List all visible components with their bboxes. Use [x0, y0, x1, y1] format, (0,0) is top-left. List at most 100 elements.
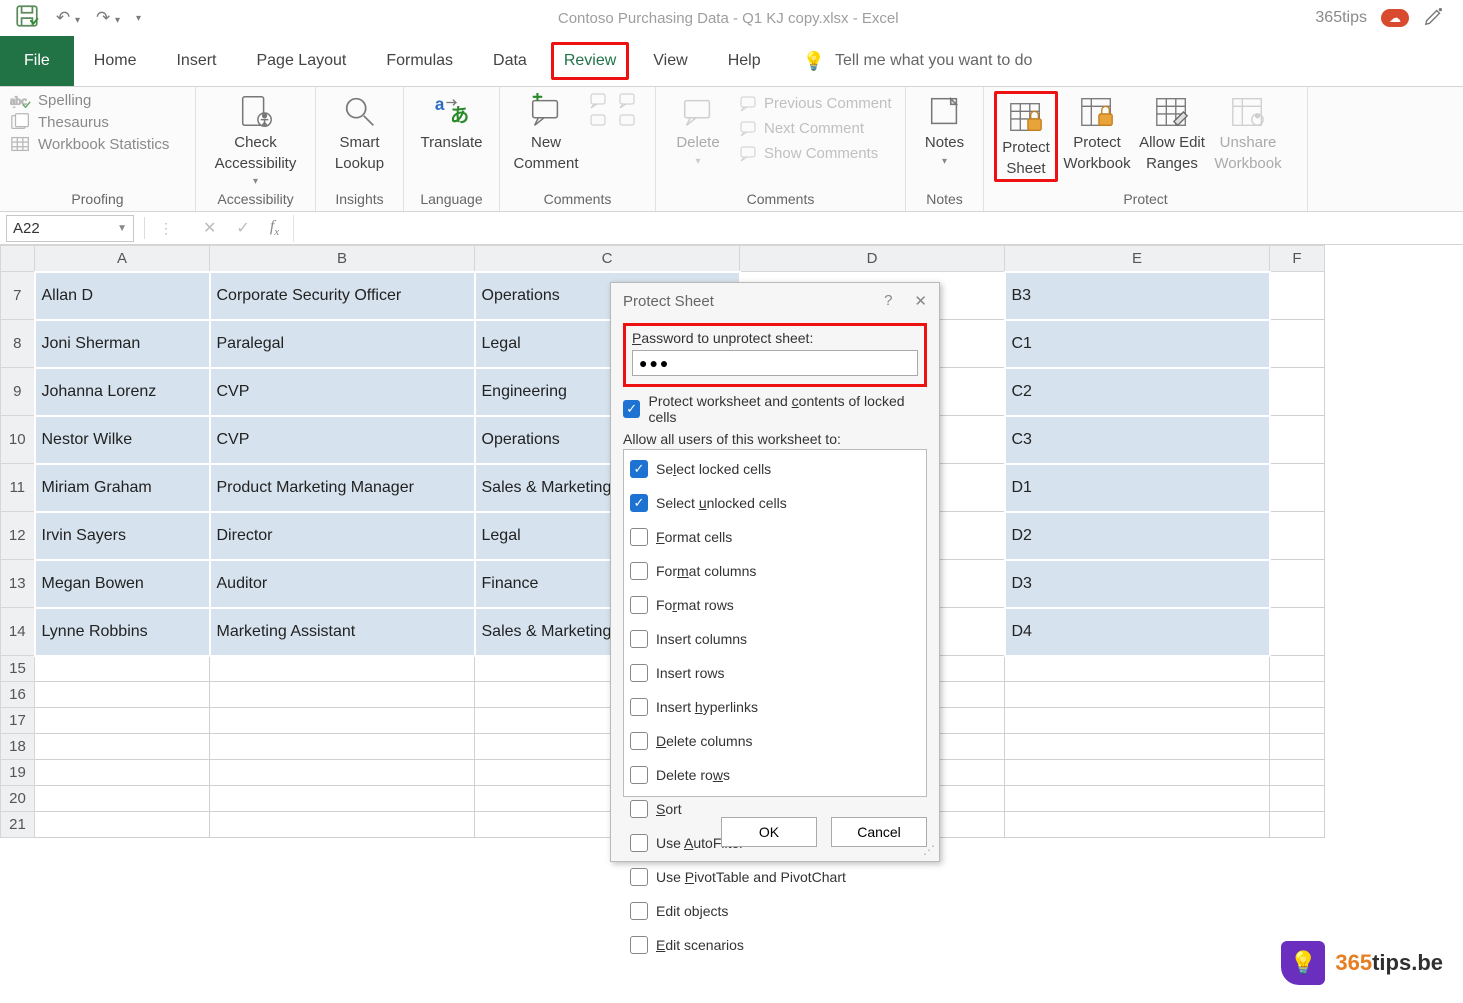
cell[interactable] — [1270, 734, 1325, 760]
cell[interactable]: Corporate Security Officer — [210, 272, 475, 320]
cell[interactable] — [1270, 708, 1325, 734]
row-header[interactable]: 14 — [1, 608, 35, 656]
cell[interactable] — [35, 656, 210, 682]
cancel-formula-icon[interactable]: ✕ — [203, 218, 216, 238]
column-header[interactable]: A — [35, 246, 210, 272]
cell[interactable] — [210, 682, 475, 708]
column-header[interactable]: D — [740, 246, 1005, 272]
tab-data[interactable]: Data — [473, 36, 547, 86]
thesaurus-button[interactable]: Thesaurus — [10, 113, 169, 131]
row-header[interactable]: 20 — [1, 786, 35, 812]
cancel-button[interactable]: Cancel — [831, 817, 927, 847]
cell[interactable]: Johanna Lorenz — [35, 368, 210, 416]
tab-home[interactable]: Home — [74, 36, 157, 86]
cell[interactable] — [210, 812, 475, 838]
chevron-down-icon[interactable]: ▼ — [117, 223, 127, 234]
resize-grip-icon[interactable]: ⋰ — [923, 843, 935, 857]
cell[interactable] — [1270, 812, 1325, 838]
cell[interactable]: Nestor Wilke — [35, 416, 210, 464]
cell[interactable] — [210, 786, 475, 812]
allow-edit-ranges-button[interactable]: Allow Edit Ranges — [1136, 91, 1208, 172]
cell[interactable]: Paralegal — [210, 320, 475, 368]
cell[interactable]: Auditor — [210, 560, 475, 608]
translate-button[interactable]: aあ Translate — [414, 91, 489, 152]
permission-checkbox[interactable]: Use PivotTable and PivotChart — [630, 868, 920, 886]
tab-help[interactable]: Help — [708, 36, 781, 86]
protect-contents-checkbox[interactable]: ✓ Protect worksheet and contents of lock… — [623, 393, 927, 425]
cell[interactable] — [1270, 464, 1325, 512]
permission-checkbox[interactable]: Format cells — [630, 528, 920, 546]
permission-checkbox[interactable]: Insert columns — [630, 630, 920, 648]
row-header[interactable]: 19 — [1, 760, 35, 786]
cell[interactable]: C2 — [1005, 368, 1270, 416]
cell[interactable] — [1005, 786, 1270, 812]
cell[interactable] — [1270, 416, 1325, 464]
cell[interactable] — [35, 682, 210, 708]
account-hint[interactable]: 365tips — [1315, 9, 1367, 27]
check-accessibility-button[interactable]: Check Accessibility ▾ — [216, 91, 296, 189]
row-header[interactable]: 21 — [1, 812, 35, 838]
row-header[interactable]: 12 — [1, 512, 35, 560]
cell[interactable] — [1270, 320, 1325, 368]
cell[interactable]: Miriam Graham — [35, 464, 210, 512]
pen-icon[interactable] — [1423, 5, 1445, 32]
cell[interactable] — [1270, 682, 1325, 708]
permission-checkbox[interactable]: Delete rows — [630, 766, 920, 784]
close-icon[interactable]: ✕ — [914, 292, 927, 310]
next-comment-button[interactable]: Next Comment — [738, 120, 892, 137]
previous-comment-button[interactable]: Previous Comment — [738, 95, 892, 112]
enter-formula-icon[interactable]: ✓ — [236, 218, 249, 238]
cell[interactable]: CVP — [210, 368, 475, 416]
permission-checkbox[interactable]: Delete columns — [630, 732, 920, 750]
tell-me-search[interactable]: 💡 Tell me what you want to do — [803, 51, 1033, 72]
tab-page-layout[interactable]: Page Layout — [236, 36, 366, 86]
cell[interactable] — [1270, 560, 1325, 608]
new-comment-button[interactable]: New Comment — [510, 91, 582, 172]
permission-checkbox[interactable]: Edit scenarios — [630, 936, 920, 954]
permission-checkbox[interactable]: Sort — [630, 800, 920, 818]
cell[interactable]: Product Marketing Manager — [210, 464, 475, 512]
tab-review[interactable]: Review — [551, 42, 629, 80]
cell[interactable]: Allan D — [35, 272, 210, 320]
cell[interactable] — [1270, 786, 1325, 812]
cell[interactable]: Joni Sherman — [35, 320, 210, 368]
formula-input[interactable] — [293, 215, 1463, 242]
smart-lookup-button[interactable]: Smart Lookup — [326, 91, 393, 172]
redo-icon[interactable]: ↷ ▾ — [96, 8, 120, 28]
permission-checkbox[interactable]: Edit objects — [630, 902, 920, 920]
cell[interactable] — [1270, 608, 1325, 656]
cell[interactable] — [1270, 760, 1325, 786]
cell[interactable]: Lynne Robbins — [35, 608, 210, 656]
tab-view[interactable]: View — [633, 36, 707, 86]
permission-checkbox[interactable]: Insert rows — [630, 664, 920, 682]
permission-checkbox[interactable]: ✓Select locked cells — [630, 460, 920, 478]
row-header[interactable]: 9 — [1, 368, 35, 416]
spelling-button[interactable]: abc Spelling — [10, 91, 169, 109]
permission-checkbox[interactable]: ✓Select unlocked cells — [630, 494, 920, 512]
row-header[interactable]: 17 — [1, 708, 35, 734]
notes-button[interactable]: Notes ▾ — [916, 91, 973, 167]
cell[interactable] — [35, 734, 210, 760]
cell[interactable] — [35, 708, 210, 734]
cell[interactable] — [210, 656, 475, 682]
protect-workbook-button[interactable]: Protect Workbook — [1060, 91, 1134, 172]
name-box[interactable]: A22 ▼ — [6, 215, 134, 242]
undo-icon[interactable]: ↶ ▾ — [56, 8, 80, 28]
cell[interactable] — [1270, 512, 1325, 560]
cell[interactable]: Irvin Sayers — [35, 512, 210, 560]
cell[interactable]: CVP — [210, 416, 475, 464]
cell[interactable]: Megan Bowen — [35, 560, 210, 608]
cell[interactable] — [210, 708, 475, 734]
permission-checkbox[interactable]: Insert hyperlinks — [630, 698, 920, 716]
fx-icon[interactable]: fx — [270, 218, 279, 238]
cell[interactable]: D2 — [1005, 512, 1270, 560]
cell[interactable] — [1005, 734, 1270, 760]
comment-nav-icon-3[interactable] — [590, 114, 610, 133]
row-header[interactable]: 7 — [1, 272, 35, 320]
cell[interactable]: C3 — [1005, 416, 1270, 464]
cell[interactable]: D4 — [1005, 608, 1270, 656]
protect-sheet-button[interactable]: Protect Sheet — [999, 96, 1053, 177]
cell[interactable] — [1270, 272, 1325, 320]
permissions-list[interactable]: ✓Select locked cells ✓Select unlocked cel… — [623, 449, 927, 797]
row-header[interactable]: 8 — [1, 320, 35, 368]
